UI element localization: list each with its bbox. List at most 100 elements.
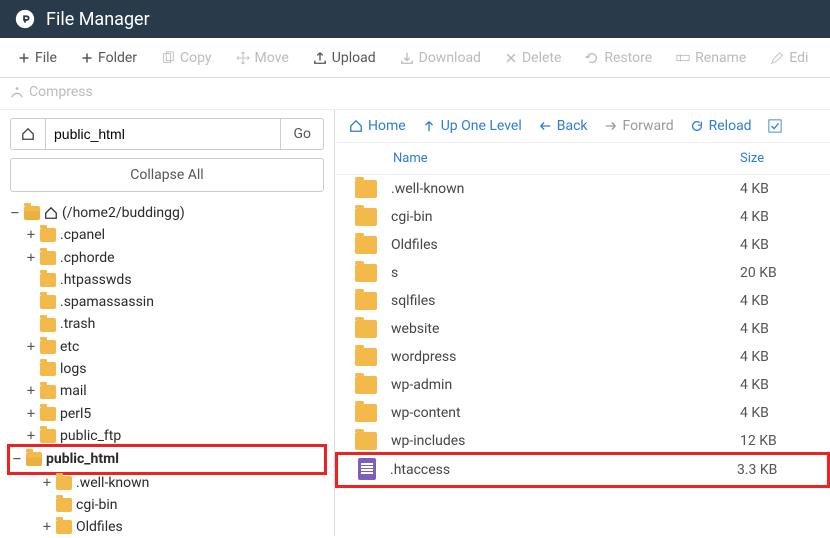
table-row[interactable]: sqlfiles4 KB <box>335 287 830 315</box>
tree-toggle-icon[interactable]: + <box>26 225 36 245</box>
folder-icon <box>40 318 56 332</box>
tree-node-label: mail <box>60 381 87 401</box>
nav-home-link[interactable]: Home <box>349 118 406 134</box>
folder-open-icon <box>24 206 40 220</box>
col-size[interactable]: Size <box>740 151 810 166</box>
tree-toggle-icon[interactable]: + <box>26 426 36 446</box>
tree-node[interactable]: .spamassassin <box>10 291 324 313</box>
table-row[interactable]: .well-known4 KB <box>335 175 830 203</box>
tree-node[interactable]: +.cpanel <box>10 224 324 246</box>
file-name: .well-known <box>391 181 740 197</box>
tree-toggle-icon[interactable]: + <box>26 248 36 268</box>
tree-toggle-icon[interactable]: + <box>42 473 52 493</box>
tree-toggle-icon[interactable]: + <box>42 517 52 536</box>
file-name: website <box>391 321 740 337</box>
tree-toggle-icon[interactable]: + <box>26 404 36 424</box>
tree-node[interactable]: .trash <box>10 313 324 335</box>
compress-button[interactable]: Compress <box>10 84 93 100</box>
folder-icon <box>56 476 72 490</box>
delete-button[interactable]: Delete <box>495 44 571 72</box>
file-size: 4 KB <box>740 321 810 337</box>
tree-node-label: .well-known <box>76 473 149 493</box>
copy-button[interactable]: Copy <box>151 44 222 72</box>
nav-selectall-link[interactable] <box>768 118 782 134</box>
tree-node-label: logs <box>60 359 86 379</box>
app-title: File Manager <box>46 9 150 30</box>
file-name: .htaccess <box>390 462 737 478</box>
tree-toggle-icon[interactable]: + <box>26 337 36 357</box>
app-header: File Manager <box>0 0 830 38</box>
table-row[interactable]: cgi-bin4 KB <box>335 203 830 231</box>
table-row[interactable]: website4 KB <box>335 315 830 343</box>
tree-node[interactable]: .htpasswds <box>10 269 324 291</box>
file-size: 4 KB <box>740 293 810 309</box>
main-toolbar: File Folder Copy Move Upload Download De… <box>0 38 830 78</box>
folder-icon <box>40 251 56 265</box>
nav-reload-link[interactable]: Reload <box>690 118 752 134</box>
file-name: wp-admin <box>391 377 740 393</box>
file-list-panel: Home Up One Level Back Forward Reload Na… <box>335 110 830 536</box>
cpanel-logo-icon <box>14 8 36 30</box>
table-row[interactable]: wp-content4 KB <box>335 399 830 427</box>
path-input[interactable] <box>46 118 281 150</box>
folder-icon <box>26 452 42 466</box>
tree-node[interactable]: + .well-known <box>10 472 324 494</box>
table-row[interactable]: wordpress4 KB <box>335 343 830 371</box>
tree-toggle-icon[interactable]: − <box>12 449 22 469</box>
file-name: sqlfiles <box>391 293 740 309</box>
folder-icon <box>56 498 72 512</box>
tree-toggle-icon[interactable]: + <box>26 381 36 401</box>
tree-node[interactable]: + mail <box>10 380 324 402</box>
file-name: cgi-bin <box>391 209 740 225</box>
tree-node[interactable]: + perl5 <box>10 403 324 425</box>
file-name: wp-content <box>391 405 740 421</box>
folder-icon <box>40 228 56 242</box>
tree-node-label: cgi-bin <box>76 495 117 515</box>
move-button[interactable]: Move <box>226 44 299 72</box>
restore-button[interactable]: Restore <box>575 44 662 72</box>
path-bar: Go <box>10 118 324 150</box>
nav-forward-link[interactable]: Forward <box>604 118 674 134</box>
new-folder-button[interactable]: Folder <box>71 44 147 72</box>
file-size: 20 KB <box>740 265 810 281</box>
file-icon <box>358 458 376 480</box>
folder-icon <box>355 320 377 338</box>
table-row[interactable]: s20 KB <box>335 259 830 287</box>
tree-node[interactable]: −public_html <box>7 444 327 474</box>
table-row[interactable]: wp-admin4 KB <box>335 371 830 399</box>
file-name: wp-includes <box>391 433 740 449</box>
new-file-button[interactable]: File <box>8 44 67 72</box>
nav-back-link[interactable]: Back <box>538 118 588 134</box>
upload-button[interactable]: Upload <box>303 44 386 72</box>
file-size: 4 KB <box>740 349 810 365</box>
edit-button[interactable]: Edi <box>760 44 818 72</box>
tree-node-label: Oldfiles <box>76 517 123 536</box>
folder-icon <box>40 295 56 309</box>
tree-node-label: perl5 <box>60 404 91 424</box>
table-row[interactable]: .htaccess3.3 KB <box>335 452 830 488</box>
rename-button[interactable]: Rename <box>666 44 756 72</box>
tree-node[interactable]: +etc <box>10 336 324 358</box>
tree-node[interactable]: + Oldfiles <box>10 516 324 536</box>
folder-icon <box>40 340 56 354</box>
folder-icon <box>355 236 377 254</box>
tree-node[interactable]: cgi-bin <box>10 494 324 516</box>
home-icon-button[interactable] <box>10 118 46 150</box>
folder-tree: − (/home2/buddingg) +.cpanel+.cphorde.ht… <box>10 202 324 536</box>
col-name[interactable]: Name <box>355 151 740 166</box>
folder-icon <box>40 429 56 443</box>
folder-icon <box>56 520 72 534</box>
tree-node[interactable]: logs <box>10 358 324 380</box>
tree-root[interactable]: − (/home2/buddingg) <box>10 202 324 224</box>
collapse-all-button[interactable]: Collapse All <box>10 158 324 192</box>
table-row[interactable]: wp-includes12 KB <box>335 427 830 455</box>
tree-node[interactable]: +.cphorde <box>10 247 324 269</box>
nav-up-link[interactable]: Up One Level <box>422 118 522 134</box>
folder-icon <box>355 264 377 282</box>
download-button[interactable]: Download <box>390 44 491 72</box>
file-table: Name Size .well-known4 KBcgi-bin4 KBOldf… <box>335 143 830 536</box>
table-row[interactable]: Oldfiles4 KB <box>335 231 830 259</box>
tree-toggle-icon[interactable]: − <box>10 203 20 223</box>
go-button[interactable]: Go <box>281 118 324 150</box>
file-name: Oldfiles <box>391 237 740 253</box>
